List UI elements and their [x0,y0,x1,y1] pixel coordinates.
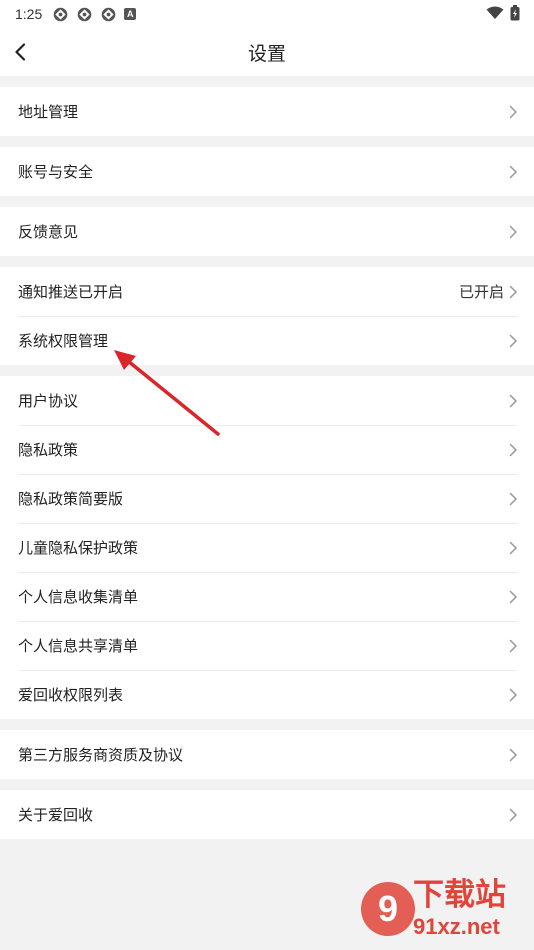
settings-item-user-agreement[interactable]: 用户协议 [0,376,534,425]
settings-item-label: 账号与安全 [18,164,94,181]
app-notification-icon [77,7,92,21]
chevron-right-icon [509,105,518,118]
settings-item-address[interactable]: 地址管理 [0,87,534,136]
settings-item-label: 个人信息共享清单 [18,638,139,655]
settings-item-label: 隐私政策简要版 [18,491,124,508]
settings-item-system-permissions[interactable]: 系统权限管理 [0,316,534,365]
chevron-right-icon [509,394,518,407]
chevron-right-icon [509,492,518,505]
chevron-right-icon [509,590,518,603]
settings-group: 地址管理 [0,87,534,136]
battery-icon [510,5,520,21]
settings-group: 第三方服务商资质及协议 [0,730,534,779]
settings-item-label: 系统权限管理 [18,333,109,350]
settings-item-permission-list[interactable]: 爱回收权限列表 [0,670,534,719]
group-separator [0,136,534,147]
chevron-right-icon [509,748,518,761]
title-bar: 设置 [0,28,534,76]
watermark-url: 91xz.net [413,914,500,939]
settings-group: 反馈意见 [0,207,534,256]
settings-item-label: 爱回收权限列表 [18,687,124,704]
watermark-title: 下载站 [413,877,506,913]
settings-item-label: 反馈意见 [18,224,79,241]
annotation-arrow-icon [114,350,220,436]
settings-item-about[interactable]: 关于爱回收 [0,790,534,839]
chevron-right-icon [509,225,518,238]
app-notification-icon [101,7,116,21]
chevron-right-icon [509,443,518,456]
settings-item-info-collection-list[interactable]: 个人信息收集清单 [0,572,534,621]
notification-status-value: 已开启 [458,284,504,301]
settings-group: 通知推送已开启 已开启 系统权限管理 [0,267,534,365]
settings-item-account-security[interactable]: 账号与安全 [0,147,534,196]
group-separator [0,76,534,87]
settings-list: 地址管理 账号与安全 反馈意见 通知推送已开启 已开启 系统权限管理 用户协议 [0,76,534,839]
chevron-right-icon [509,808,518,821]
chevron-right-icon [509,334,518,347]
settings-group: 关于爱回收 [0,790,534,839]
group-separator [0,196,534,207]
chevron-right-icon [509,688,518,701]
settings-item-info-sharing-list[interactable]: 个人信息共享清单 [0,621,534,670]
status-bar: 1:25 A [0,0,534,28]
settings-item-third-party[interactable]: 第三方服务商资质及协议 [0,730,534,779]
settings-item-feedback[interactable]: 反馈意见 [0,207,534,256]
back-arrow-icon [15,43,26,61]
back-button[interactable] [14,40,34,64]
group-separator [0,365,534,376]
settings-item-notification-push[interactable]: 通知推送已开启 已开启 [0,267,534,316]
settings-item-child-privacy[interactable]: 儿童隐私保护政策 [0,523,534,572]
page-title: 设置 [247,43,286,65]
chevron-right-icon [509,165,518,178]
watermark-logo: 9 下载站 91xz.net [355,873,530,948]
watermark-logo-icon: 9 下载站 91xz.net [361,877,506,939]
settings-group: 账号与安全 [0,147,534,196]
settings-item-label: 第三方服务商资质及协议 [18,747,184,764]
settings-item-label: 关于爱回收 [18,807,94,824]
a-badge-icon: A [124,8,137,20]
group-separator [0,256,534,267]
settings-item-label: 个人信息收集清单 [18,589,139,606]
settings-item-label: 儿童隐私保护政策 [18,540,139,557]
svg-text:9: 9 [378,888,398,929]
settings-item-label: 隐私政策 [18,442,79,459]
settings-item-label: 地址管理 [18,104,79,121]
settings-item-label: 通知推送已开启 [18,284,124,301]
settings-group: 用户协议 隐私政策 隐私政策简要版 儿童隐私保护政策 个人信息收集清单 个人信息… [0,376,534,719]
chevron-right-icon [509,541,518,554]
chevron-right-icon [509,639,518,652]
wifi-icon [486,6,504,19]
settings-item-privacy-summary[interactable]: 隐私政策简要版 [0,474,534,523]
chevron-right-icon [509,285,518,298]
group-separator [0,719,534,730]
app-notification-icon [53,7,68,21]
settings-item-privacy-policy[interactable]: 隐私政策 [0,425,534,474]
group-separator [0,779,534,790]
settings-item-label: 用户协议 [18,393,79,410]
status-time: 1:25 [15,6,43,22]
